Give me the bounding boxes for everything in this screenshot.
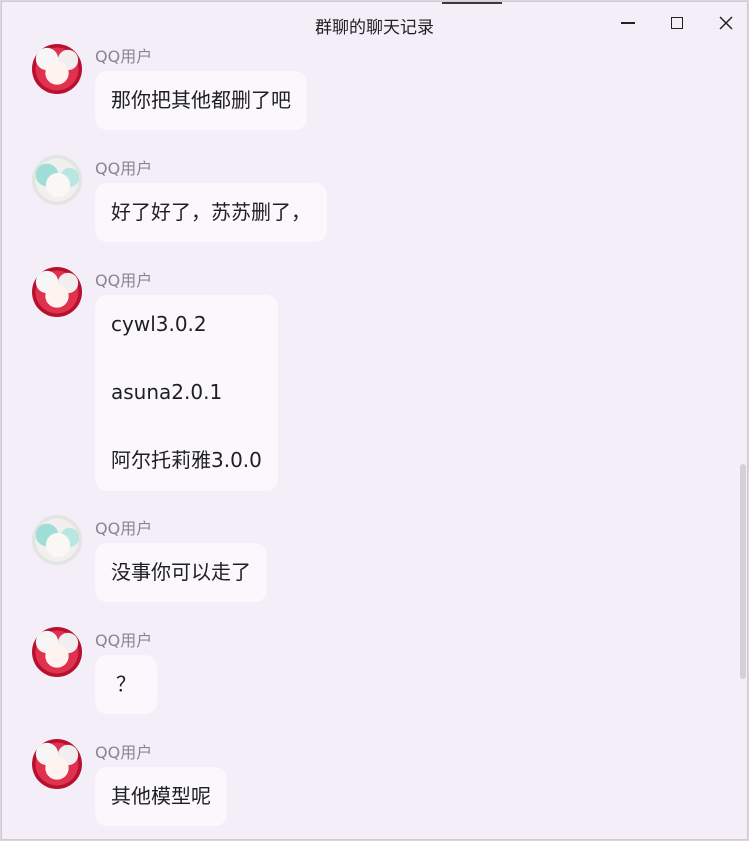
message-item: QQ用户 cywl3.0.2 asuna2.0.1 阿尔托莉雅3.0.0 [2, 267, 727, 497]
message-bubble[interactable]: 其他模型呢 [95, 767, 227, 826]
maximize-button[interactable] [660, 8, 694, 38]
message-text: 其他模型呢 [111, 784, 211, 808]
title-bar-accent [442, 2, 502, 4]
avatar[interactable] [32, 739, 82, 789]
message-item: QQ用户 好了好了，苏苏删了， [2, 155, 727, 245]
message-item: QQ用户 那你把其他都删了吧 [2, 44, 727, 134]
message-text: 那你把其他都删了吧 [111, 88, 291, 112]
title-bar[interactable]: 群聊的聊天记录 [2, 2, 747, 44]
message-item: QQ用户 其他模型呢 [2, 739, 727, 829]
close-icon [719, 16, 733, 30]
sender-name: QQ用户 [95, 271, 153, 290]
message-text: 好了好了，苏苏删了， [111, 200, 311, 224]
message-text: ？ [116, 672, 136, 696]
close-button[interactable] [709, 8, 743, 38]
message-text: 阿尔托莉雅3.0.0 [111, 448, 262, 472]
message-bubble[interactable]: 那你把其他都删了吧 [95, 71, 307, 130]
avatar[interactable] [32, 515, 82, 565]
message-bubble[interactable]: cywl3.0.2 asuna2.0.1 阿尔托莉雅3.0.0 [95, 295, 278, 491]
chat-history-window: 群聊的聊天记录 QQ用户 那你把其他都删了吧 QQ用户 好了好了，苏苏删了， Q… [1, 1, 748, 840]
message-text: 没事你可以走了 [111, 560, 251, 584]
avatar[interactable] [32, 155, 82, 205]
sender-name: QQ用户 [95, 159, 153, 178]
sender-name: QQ用户 [95, 519, 153, 538]
message-text: asuna2.0.1 [111, 380, 223, 404]
message-bubble[interactable]: 好了好了，苏苏删了， [95, 183, 327, 242]
maximize-icon [671, 17, 683, 29]
minimize-icon [621, 22, 635, 24]
message-list[interactable]: QQ用户 那你把其他都删了吧 QQ用户 好了好了，苏苏删了， QQ用户 cywl… [2, 44, 747, 839]
message-item: QQ用户 没事你可以走了 [2, 515, 727, 605]
message-bubble[interactable]: ？ [95, 655, 157, 714]
avatar[interactable] [32, 44, 82, 94]
message-text: cywl3.0.2 [111, 312, 207, 336]
sender-name: QQ用户 [95, 631, 153, 650]
scrollbar-thumb[interactable] [740, 464, 746, 679]
avatar[interactable] [32, 627, 82, 677]
avatar[interactable] [32, 267, 82, 317]
minimize-button[interactable] [611, 8, 645, 38]
sender-name: QQ用户 [95, 47, 153, 66]
sender-name: QQ用户 [95, 743, 153, 762]
message-item: QQ用户 ？ [2, 627, 727, 717]
message-bubble[interactable]: 没事你可以走了 [95, 543, 267, 602]
